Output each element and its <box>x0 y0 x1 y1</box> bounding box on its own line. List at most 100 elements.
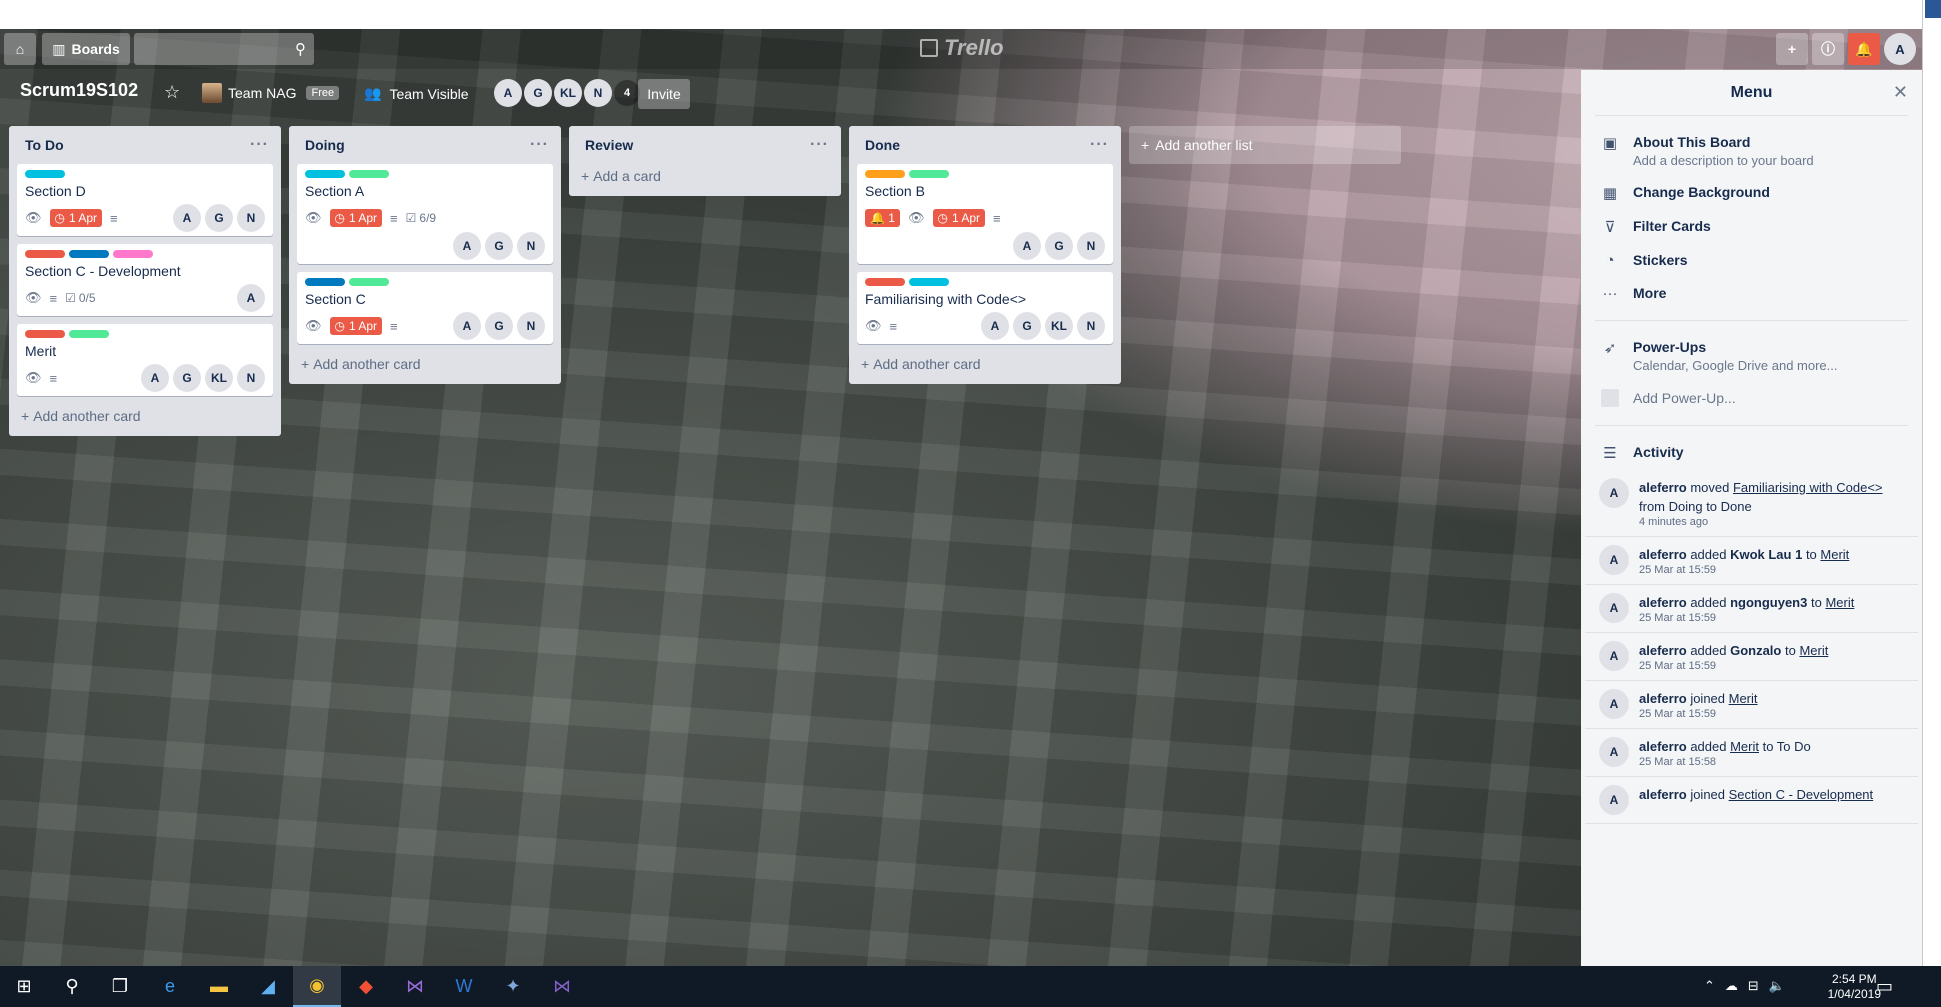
activity-time[interactable]: 25 Mar at 15:59 <box>1639 660 1828 672</box>
info-button[interactable]: ⓘ <box>1812 33 1844 65</box>
menu-stickers[interactable]: ◔ Stickers <box>1581 244 1922 277</box>
card-member-avatar[interactable]: G <box>1013 312 1041 340</box>
activity-user[interactable]: aleferro <box>1639 691 1687 706</box>
activity-time[interactable]: 25 Mar at 15:59 <box>1639 564 1849 576</box>
card-label[interactable] <box>349 278 389 286</box>
due-date-badge[interactable]: ◷ 1 Apr <box>49 209 103 227</box>
app-icon[interactable]: ✦ <box>489 966 537 1007</box>
card-member-avatar[interactable]: A <box>173 204 201 232</box>
network-icon[interactable]: ⊟ <box>1748 978 1759 994</box>
invite-button[interactable]: Invite <box>638 79 690 109</box>
activity-avatar[interactable]: A <box>1599 689 1629 719</box>
card-member-avatar[interactable]: N <box>1077 232 1105 260</box>
card-label[interactable] <box>25 250 65 258</box>
activity-link[interactable]: Familiarising with Code<> <box>1733 480 1883 495</box>
notifications-button[interactable]: 🔔 <box>1848 33 1880 65</box>
member-avatar[interactable]: N <box>584 79 612 107</box>
card-label[interactable] <box>865 170 905 178</box>
chrome-icon[interactable]: ◉ <box>293 966 341 1007</box>
card-label[interactable] <box>69 250 109 258</box>
list-menu-icon[interactable]: ··· <box>810 136 829 154</box>
add-card-button[interactable]: + Add another card <box>297 352 553 376</box>
card-merit[interactable]: Merit 👁 ≡ A G KL N <box>17 324 273 396</box>
task-view-icon[interactable]: ❐ <box>96 966 144 1007</box>
activity-avatar[interactable]: A <box>1599 593 1629 623</box>
activity-avatar[interactable]: A <box>1599 545 1629 575</box>
card-member-avatar[interactable]: A <box>453 232 481 260</box>
activity-link[interactable]: Merit <box>1729 691 1758 706</box>
visibility-button[interactable]: 👥 Team Visible <box>364 85 469 102</box>
activity-user[interactable]: aleferro <box>1639 547 1687 562</box>
activity-avatar[interactable]: A <box>1599 478 1629 508</box>
visual-studio-icon[interactable]: ⋈ <box>538 966 586 1007</box>
activity-avatar[interactable]: A <box>1599 641 1629 671</box>
user-avatar[interactable]: A <box>1884 33 1916 65</box>
card-label[interactable] <box>349 170 389 178</box>
list-menu-icon[interactable]: ··· <box>530 136 549 154</box>
member-avatar[interactable]: A <box>494 79 522 107</box>
activity-user[interactable]: aleferro <box>1639 595 1687 610</box>
card-member-avatar[interactable]: N <box>237 204 265 232</box>
menu-filter-cards[interactable]: ⊽ Filter Cards <box>1581 210 1922 244</box>
add-card-button[interactable]: + Add a card <box>577 164 833 188</box>
word-icon[interactable]: W <box>440 966 488 1007</box>
add-card-button[interactable]: + Add another card <box>857 352 1113 376</box>
list-menu-icon[interactable]: ··· <box>1090 136 1109 154</box>
chevron-up-icon[interactable]: ⌃ <box>1704 978 1715 994</box>
visual-studio-icon[interactable]: ⋈ <box>391 966 439 1007</box>
add-list-button[interactable]: + Add another list <box>1129 126 1401 164</box>
card-member-avatar[interactable]: A <box>237 284 265 312</box>
boards-button[interactable]: ▥ Boards <box>42 33 130 65</box>
activity-time[interactable]: 25 Mar at 15:59 <box>1639 708 1758 720</box>
card-label[interactable] <box>69 330 109 338</box>
close-icon[interactable]: ✕ <box>1893 82 1908 103</box>
activity-avatar[interactable]: A <box>1599 737 1629 767</box>
list-title[interactable]: Review <box>585 137 633 153</box>
activity-link[interactable]: Merit <box>1730 739 1759 754</box>
activity-time[interactable]: 25 Mar at 15:59 <box>1639 612 1854 624</box>
member-avatar[interactable]: G <box>524 79 552 107</box>
trello-logo[interactable]: Trello <box>920 35 1004 61</box>
card-member-avatar[interactable]: G <box>485 232 513 260</box>
card-member-avatar[interactable]: N <box>237 364 265 392</box>
edge-browser-icon[interactable]: e <box>146 966 194 1007</box>
activity-time[interactable]: 25 Mar at 15:58 <box>1639 756 1811 768</box>
card-member-avatar[interactable]: A <box>981 312 1009 340</box>
list-menu-icon[interactable]: ··· <box>250 136 269 154</box>
board-title[interactable]: Scrum19S102 <box>20 80 138 101</box>
notification-badge[interactable]: 🔔 1 <box>865 209 900 227</box>
home-button[interactable]: ⌂ <box>4 33 36 65</box>
card-member-avatar[interactable]: G <box>173 364 201 392</box>
card-label[interactable] <box>305 278 345 286</box>
menu-power-ups[interactable]: ➶ Power-Ups Calendar, Google Drive and m… <box>1581 331 1922 381</box>
card-label[interactable] <box>909 278 949 286</box>
card-member-avatar[interactable]: A <box>1013 232 1041 260</box>
card-section-c[interactable]: Section C 👁 ◷ 1 Apr ≡ A G N <box>297 272 553 344</box>
card-section-d[interactable]: Section D 👁 ◷ 1 Apr ≡ A G N <box>17 164 273 236</box>
star-icon[interactable]: ☆ <box>164 82 180 103</box>
menu-more[interactable]: ··· More <box>1581 277 1922 310</box>
git-icon[interactable]: ◆ <box>342 966 390 1007</box>
card-member-avatar[interactable]: A <box>141 364 169 392</box>
list-title[interactable]: Done <box>865 137 900 153</box>
activity-link[interactable]: Merit <box>1799 643 1828 658</box>
activity-link[interactable]: Merit <box>1825 595 1854 610</box>
menu-about-board[interactable]: ▣ About This Board Add a description to … <box>1581 126 1922 176</box>
card-label[interactable] <box>113 250 153 258</box>
activity-user[interactable]: aleferro <box>1639 739 1687 754</box>
card-member-avatar[interactable]: N <box>1077 312 1105 340</box>
team-button[interactable]: Team NAG Free <box>202 83 340 103</box>
action-center-icon[interactable]: ▭ <box>1876 976 1893 997</box>
windows-start-icon[interactable]: ⊞ <box>0 966 48 1007</box>
due-date-badge[interactable]: ◷ 1 Apr <box>329 317 383 335</box>
add-card-button[interactable]: + Add another card <box>17 404 273 428</box>
card-member-avatar[interactable]: G <box>205 204 233 232</box>
card-member-avatar[interactable]: G <box>1045 232 1073 260</box>
card-member-avatar[interactable]: KL <box>205 364 233 392</box>
app-icon[interactable]: ◢ <box>244 966 292 1007</box>
activity-link[interactable]: Section C - Development <box>1729 787 1874 802</box>
card-member-avatar[interactable]: N <box>517 312 545 340</box>
volume-icon[interactable]: 🔈 <box>1769 978 1785 994</box>
card-member-avatar[interactable]: KL <box>1045 312 1073 340</box>
create-button[interactable]: + <box>1776 33 1808 65</box>
